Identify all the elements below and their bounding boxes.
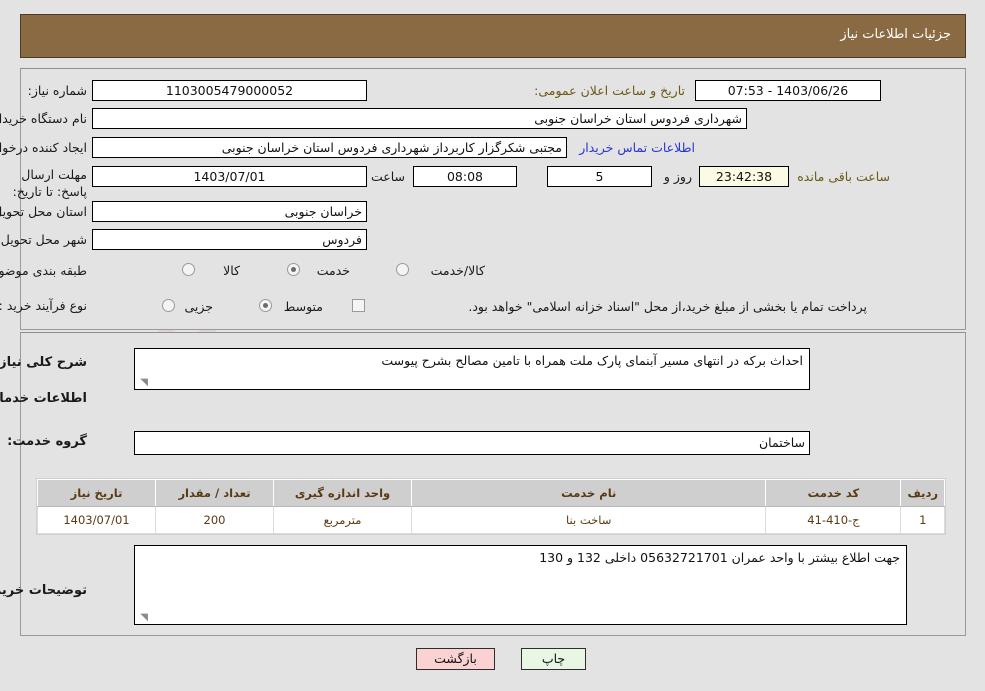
col-header-qty: تعداد / مقدار — [155, 479, 274, 507]
deadline-date-value: 1403/07/01 — [92, 166, 367, 187]
table-row: 1 ج-410-41 ساخت بنا مترمربع 200 1403/07/… — [37, 506, 945, 534]
page-root: AriaTender.net جزئیات اطلاعات نیاز شماره… — [0, 0, 985, 691]
buyer-notes-label: توضیحات خریدار: — [0, 583, 87, 598]
countdown-value: 23:42:38 — [699, 166, 789, 187]
general-description-value[interactable]: احداث برکه در انتهای مسیر آبنمای پارک مل… — [134, 348, 810, 390]
announce-datetime-label: تاریخ و ساعت اعلان عمومی: — [534, 83, 685, 98]
services-table-wrapper: ردیف کد خدمت نام خدمت واحد اندازه گیری ت… — [36, 478, 946, 535]
delivery-province-value: خراسان جنوبی — [92, 201, 367, 222]
services-table: ردیف کد خدمت نام خدمت واحد اندازه گیری ت… — [37, 479, 945, 534]
request-creator-value: مجتبی شکرگزار کاربرداز شهرداری فردوس است… — [92, 137, 567, 158]
subject-category-label: طبقه بندی موضوعی: — [0, 263, 87, 278]
response-deadline-label: مهلت ارسال پاسخ: تا تاریخ: — [12, 167, 87, 199]
need-number-value: 1103005479000052 — [92, 80, 367, 101]
back-button[interactable]: بازگشت — [416, 648, 495, 670]
radio-category-goods-service[interactable] — [396, 263, 409, 276]
deadline-time-value: 08:08 — [413, 166, 517, 187]
service-group-value: ساختمان — [134, 431, 810, 455]
print-button[interactable]: چاپ — [521, 648, 586, 670]
cell-code: ج-410-41 — [765, 506, 902, 534]
radio-category-goods-label: کالا — [223, 263, 240, 278]
delivery-city-value: فردوس — [92, 229, 367, 250]
col-header-name: نام خدمت — [410, 479, 767, 507]
purchase-process-label: نوع فرآیند خرید : — [0, 298, 87, 313]
services-section-title: اطلاعات خدمات مورد نیاز — [0, 391, 87, 406]
cell-qty: 200 — [155, 506, 274, 534]
days-remaining-value: 5 — [547, 166, 652, 187]
buyer-notes-value[interactable]: جهت اطلاع بیشتر با واحد عمران 0563272170… — [134, 545, 907, 625]
cell-row: 1 — [900, 506, 945, 534]
col-header-date: تاریخ نیاز — [37, 479, 156, 507]
islamic-treasury-note: پرداخت تمام یا بخشی از مبلغ خرید،از محل … — [468, 299, 867, 314]
page-title: جزئیات اطلاعات نیاز — [840, 27, 951, 42]
hours-remaining-label: ساعت باقی مانده — [797, 169, 890, 184]
cell-name: ساخت بنا — [410, 506, 767, 534]
request-creator-label: ایجاد کننده درخواست: — [0, 140, 87, 155]
general-description-text: احداث برکه در انتهای مسیر آبنمای پارک مل… — [381, 353, 803, 368]
radio-category-goods-service-label: کالا/خدمت — [430, 263, 485, 278]
buyer-org-label: نام دستگاه خریدار: — [0, 111, 87, 126]
col-header-row: ردیف — [900, 479, 945, 507]
delivery-city-label: شهر محل تحویل: — [0, 232, 87, 247]
col-header-unit: واحد اندازه گیری — [273, 479, 412, 507]
cell-date: 1403/07/01 — [37, 506, 156, 534]
radio-category-goods[interactable] — [182, 263, 195, 276]
radio-process-medium-label: متوسط — [283, 299, 323, 314]
service-group-label: گروه خدمت: — [7, 434, 87, 449]
buyer-notes-text: جهت اطلاع بیشتر با واحد عمران 0563272170… — [539, 550, 900, 565]
days-label: روز و — [663, 169, 692, 184]
radio-process-minor[interactable] — [162, 299, 175, 312]
page-header-bar: جزئیات اطلاعات نیاز — [20, 14, 966, 58]
need-number-label: شماره نیاز: — [27, 83, 87, 98]
buyer-org-value: شهرداری فردوس استان خراسان جنوبی — [92, 108, 747, 129]
radio-category-service-label: خدمت — [316, 263, 350, 278]
deadline-hour-label: ساعت — [370, 169, 405, 184]
resize-grip-icon[interactable]: ◥ — [137, 377, 148, 388]
radio-process-minor-label: جزیی — [184, 299, 213, 314]
delivery-province-label: استان محل تحویل: — [0, 204, 87, 219]
general-description-label: شرح کلی نیاز: — [0, 355, 87, 370]
checkbox-islamic-treasury[interactable] — [352, 299, 365, 312]
col-header-code: کد خدمت — [765, 479, 902, 507]
table-header-row: ردیف کد خدمت نام خدمت واحد اندازه گیری ت… — [37, 479, 945, 507]
radio-category-service[interactable] — [287, 263, 300, 276]
resize-grip-icon-notes[interactable]: ◥ — [137, 612, 148, 623]
radio-process-medium[interactable] — [259, 299, 272, 312]
announce-datetime-value: 1403/06/26 - 07:53 — [695, 80, 881, 101]
cell-unit: مترمربع — [273, 506, 412, 534]
buyer-contact-link[interactable]: اطلاعات تماس خریدار — [579, 140, 695, 155]
